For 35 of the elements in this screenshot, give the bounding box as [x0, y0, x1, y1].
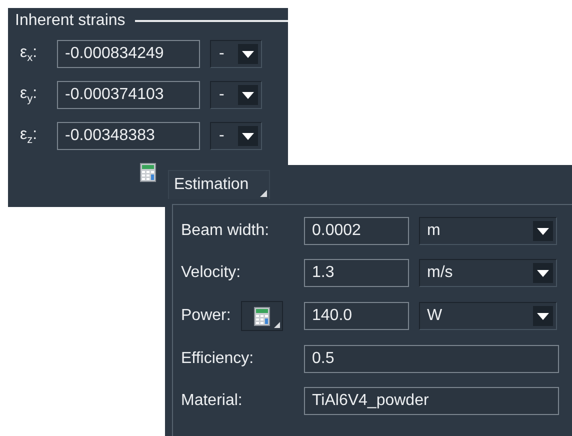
corner-triangle-icon — [260, 190, 267, 197]
unit-dropdown[interactable]: - — [210, 122, 262, 150]
field-label: Power: — [181, 307, 231, 325]
unit-dropdown[interactable]: m — [419, 217, 557, 245]
corner-triangle-icon — [274, 322, 280, 328]
field-label: Beam width: — [181, 222, 270, 240]
value-field[interactable]: -0.00348383 — [57, 122, 200, 150]
strain-label: ε$_{x}$: — [20, 44, 38, 64]
value-field[interactable]: -0.000374103 — [57, 81, 200, 109]
unit-dropdown[interactable]: - — [210, 81, 262, 109]
calculator-icon — [140, 163, 156, 182]
strain-label: ε$_{y}$: — [20, 84, 38, 106]
value-field[interactable]: 0.5 — [304, 345, 559, 373]
dropdown-arrow-icon — [537, 312, 549, 320]
dropdown-arrow-icon — [242, 50, 254, 58]
field-label: Material: — [181, 392, 242, 410]
estimation-button[interactable]: Estimation — [168, 170, 270, 199]
calculator-button[interactable] — [240, 301, 283, 331]
section-title: Inherent strains — [15, 12, 126, 30]
value-field[interactable]: 0.0002 — [304, 217, 409, 245]
field-label: Efficiency: — [181, 350, 254, 368]
dropdown-arrow-icon — [537, 228, 549, 234]
unit-dropdown[interactable]: W — [419, 302, 557, 330]
dropdown-arrow-icon — [242, 92, 254, 98]
value-field[interactable]: 1.3 — [304, 259, 409, 287]
value-field[interactable]: -0.000834249 — [57, 40, 200, 68]
dropdown-arrow-icon — [242, 132, 254, 140]
unit-dropdown[interactable]: m/s — [419, 259, 557, 287]
field-label: Velocity: — [181, 264, 241, 282]
value-field[interactable]: 140.0 — [304, 302, 409, 330]
value-field[interactable]: TiAl6V4_powder — [304, 387, 559, 415]
dropdown-arrow-icon — [537, 270, 549, 276]
strain-label: ε$_{z}$: — [20, 126, 38, 146]
calculator-icon — [254, 306, 270, 326]
unit-dropdown[interactable]: - — [210, 40, 262, 68]
